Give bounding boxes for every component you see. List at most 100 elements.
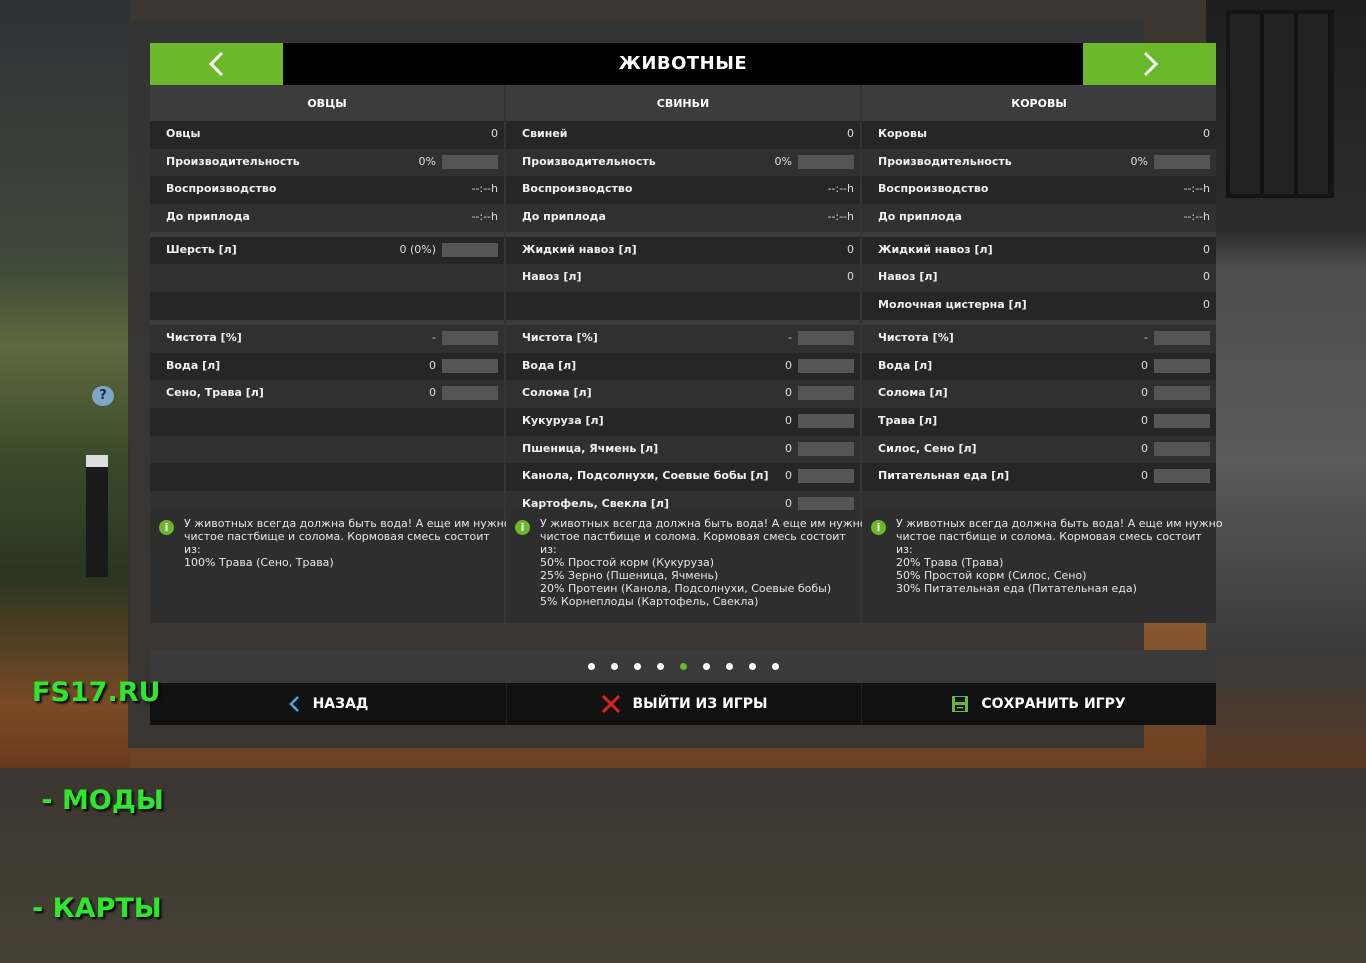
chevron-left-icon	[208, 51, 223, 77]
stat-row: Пшеница, Ячмень [л] 0	[506, 435, 860, 464]
feed-info-text: У животных всегда должна быть вода! А ещ…	[184, 517, 511, 569]
prev-page-button[interactable]	[150, 43, 283, 85]
stat-row: Навоз [л] 0	[862, 264, 1216, 293]
page-dot[interactable]	[771, 663, 779, 670]
feed-mix-line: 20% Протеин (Канола, Подсолнухи, Соевые …	[540, 582, 832, 595]
stat-value: -	[788, 330, 792, 344]
stat-label: Чистота [%]	[878, 330, 954, 344]
stat-label: Вода [л]	[522, 358, 577, 372]
feed-info-box: i У животных всегда должна быть вода! А е…	[862, 510, 1223, 623]
stat-value: 0	[847, 127, 854, 140]
stat-label: Коровы	[878, 127, 927, 140]
stat-row: Воспроизводство --:--h	[862, 176, 1216, 205]
stat-row	[150, 264, 504, 293]
stat-progress-bar	[798, 386, 854, 401]
stat-row: Сено, Трава [л] 0	[150, 380, 504, 408]
stat-row: Вода [л] 0	[506, 352, 860, 381]
stat-row: Питательная еда [л] 0	[862, 463, 1216, 491]
stat-row: Жидкий навоз [л] 0	[506, 236, 860, 265]
stat-progress-bar	[1154, 441, 1210, 456]
stat-progress-bar	[1154, 386, 1210, 401]
stat-progress-bar	[442, 358, 498, 373]
info-icon: i	[159, 520, 174, 535]
page-header: ЖИВОТНЫЕ	[150, 43, 1216, 85]
animal-column: СВИНЬИ Свиней 0 Производительность 0% Воспрои…	[506, 85, 867, 623]
page-dot[interactable]	[679, 663, 687, 670]
close-icon	[601, 694, 620, 714]
stat-progress-bar	[1154, 358, 1210, 373]
stat-value: 0	[785, 469, 792, 483]
stat-label: Кукуруза [л]	[522, 413, 604, 427]
page-dot[interactable]	[610, 663, 618, 670]
watermark-line: FS17.RU	[32, 677, 161, 708]
feed-mix-line: 30% Питательная еда (Питательная еда)	[896, 582, 1137, 595]
next-page-button[interactable]	[1083, 43, 1216, 85]
page-dot[interactable]	[656, 663, 664, 670]
feed-mix-line: 20% Трава (Трава)	[896, 556, 1004, 569]
stat-progress-bar	[442, 386, 498, 401]
feed-mix-line: 25% Зерно (Пшеница, Ячмень)	[540, 569, 719, 582]
stat-progress-bar	[1154, 330, 1210, 345]
column-title: ОВЦЫ	[150, 85, 504, 121]
stat-value: 0	[1141, 441, 1148, 455]
stat-row: Навоз [л] 0	[506, 264, 860, 293]
page-indicator	[150, 650, 1216, 683]
stat-progress-bar	[1154, 413, 1210, 428]
stat-progress-bar	[442, 154, 498, 169]
stat-value: 0	[847, 242, 854, 256]
back-button[interactable]: НАЗАД	[150, 683, 505, 725]
stat-value: 0	[1141, 386, 1148, 400]
stat-label: Воспроизводство	[522, 182, 633, 196]
stat-row	[150, 292, 504, 320]
watermark: FS17.RU - МОДЫ - КАРТЫ	[32, 603, 164, 963]
stat-progress-bar	[1154, 469, 1210, 484]
info-line: чистое пастбище и солома. Кормовая смесь…	[896, 530, 1202, 543]
stat-progress-bar	[442, 242, 498, 257]
stat-value: 0	[1203, 270, 1210, 284]
page-dot[interactable]	[587, 663, 595, 670]
stat-row: Жидкий навоз [л] 0	[862, 236, 1216, 265]
save-game-button[interactable]: СОХРАНИТЬ ИГРУ	[861, 683, 1216, 725]
stat-row	[150, 463, 504, 491]
info-icon: i	[515, 520, 530, 535]
feed-mix-line: 100% Трава (Сено, Трава)	[184, 556, 334, 569]
stat-label: Навоз [л]	[522, 270, 582, 284]
stat-row: До приплода --:--h	[506, 204, 860, 232]
stat-value: 0	[785, 386, 792, 400]
stat-progress-bar	[1154, 154, 1210, 169]
stat-row: Вода [л] 0	[150, 352, 504, 381]
chevron-left-icon	[288, 696, 299, 712]
page-dot[interactable]	[725, 663, 733, 670]
footer-bar: НАЗАД ВЫЙТИ ИЗ ИГРЫ СОХРАНИТЬ ИГРУ	[150, 683, 1216, 725]
stat-label: Воспроизводство	[166, 182, 277, 196]
stat-label: Трава [л]	[878, 413, 938, 427]
stat-row: Молочная цистерна [л] 0	[862, 292, 1216, 320]
stat-value: 0	[1203, 242, 1210, 256]
feed-info-text: У животных всегда должна быть вода! А ещ…	[540, 517, 867, 608]
page-title: ЖИВОТНЫЕ	[618, 53, 748, 74]
stat-row: Солома [л] 0	[506, 380, 860, 408]
stat-row: Производительность 0%	[506, 148, 860, 177]
stat-row: Воспроизводство --:--h	[150, 176, 504, 205]
page-dot[interactable]	[702, 663, 710, 670]
quit-game-button[interactable]: ВЫЙТИ ИЗ ИГРЫ	[506, 683, 862, 725]
stat-progress-bar	[798, 469, 854, 484]
stat-row: Воспроизводство --:--h	[506, 176, 860, 205]
stat-row: Коровы 0	[862, 121, 1216, 149]
page-dot[interactable]	[748, 663, 756, 670]
stat-row: Вода [л] 0	[862, 352, 1216, 381]
stat-value: 0	[1203, 127, 1210, 140]
stat-row: Производительность 0%	[150, 148, 504, 177]
stat-label: Воспроизводство	[878, 182, 989, 196]
feed-mix-line: 50% Простой корм (Кукуруза)	[540, 556, 715, 569]
stat-label: Канола, Подсолнухи, Соевые бобы [л]	[522, 469, 769, 483]
stat-value: 0	[847, 270, 854, 284]
stat-value: 0 (0%)	[399, 242, 436, 256]
stat-value: 0	[1141, 358, 1148, 372]
stat-value: 0	[1203, 298, 1210, 312]
stat-value: -	[432, 330, 436, 344]
page-dot[interactable]	[633, 663, 641, 670]
stat-value: --:--h	[1183, 210, 1210, 224]
feed-mix-line: 50% Простой корм (Силос, Сено)	[896, 569, 1087, 582]
stat-value: --:--h	[471, 182, 498, 196]
